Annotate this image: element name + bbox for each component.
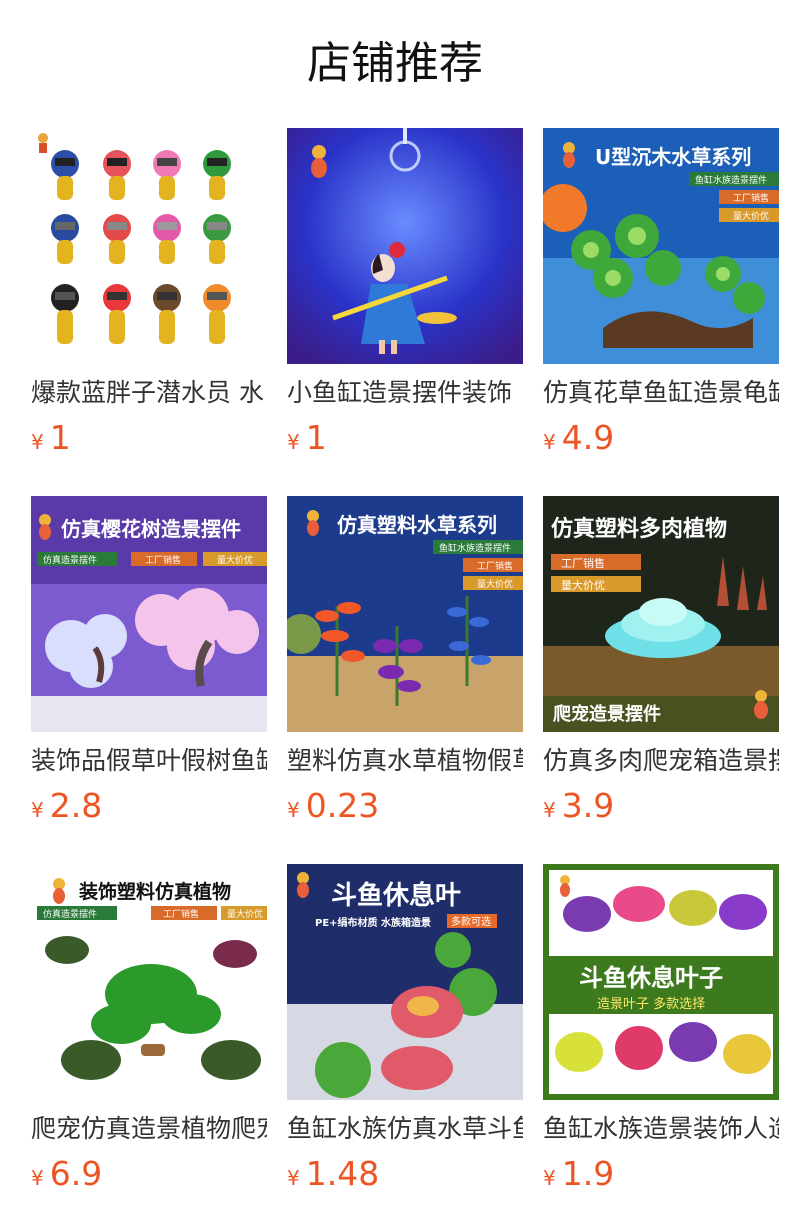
product-name[interactable]: 小鱼缸造景摆件装饰 <box>287 376 523 412</box>
price-value: 0.23 <box>305 786 380 825</box>
price-value: 6.9 <box>49 1154 103 1193</box>
product-name[interactable]: 鱼缸水族仿真水草斗鱼 <box>287 1112 523 1148</box>
currency-symbol: ¥ <box>287 1166 300 1190</box>
product-name[interactable]: 装饰品假草叶假树鱼缸 <box>31 744 267 780</box>
image-tag: 量大价优 <box>217 554 253 566</box>
image-tag: 仿真造景摆件 <box>43 908 97 920</box>
price-value: 1.48 <box>305 1154 380 1193</box>
price-value: 1.9 <box>561 1154 615 1193</box>
product-price: ¥3.9 <box>543 786 779 826</box>
price-value: 2.8 <box>49 786 103 825</box>
product-image-succulent[interactable]: 仿真塑料多肉植物 工厂销售 量大价优 爬宠造景摆件 <box>543 496 779 732</box>
product-price: ¥1.48 <box>287 1154 523 1194</box>
product-name[interactable]: 鱼缸水族造景装饰人造 <box>543 1112 779 1148</box>
currency-symbol: ¥ <box>31 1166 44 1190</box>
image-tag: 工厂销售 <box>145 554 181 566</box>
brand-logo-icon <box>311 145 327 178</box>
product-image-leaves[interactable]: 装饰塑料仿真植物 仿真造景摆件 工厂销售 量大价优 <box>31 864 267 1100</box>
image-tag: 工厂销售 <box>561 556 605 570</box>
brand-logo-icon <box>563 142 575 168</box>
product-price: ¥6.9 <box>31 1154 267 1194</box>
product-price: ¥4.9 <box>543 418 779 458</box>
image-tag: 造景叶子 多款选择 <box>597 996 705 1012</box>
image-headline: 仿真塑料多肉植物 <box>551 516 727 542</box>
product-name[interactable]: 仿真花草鱼缸造景龟缸 <box>543 376 779 412</box>
image-headline: 装饰塑料仿真植物 <box>78 880 231 903</box>
image-tag: 量大价优 <box>477 578 513 590</box>
currency-symbol: ¥ <box>543 798 556 822</box>
image-footer: 爬宠造景摆件 <box>553 703 661 725</box>
product-price: ¥1 <box>287 418 523 458</box>
image-tag: 工厂销售 <box>477 560 513 572</box>
currency-symbol: ¥ <box>31 430 44 454</box>
product-image-sakura[interactable]: 仿真樱花树造景摆件 仿真造景摆件 工厂销售 量大价优 <box>31 496 267 732</box>
image-tag: 量大价优 <box>561 578 605 592</box>
product-image-stump[interactable]: U型沉木水草系列 鱼缸水族造景摆件 工厂销售 量大价优 <box>543 128 779 364</box>
image-tag: 量大价优 <box>227 908 263 920</box>
image-tag: 多款可选 <box>451 915 491 928</box>
currency-symbol: ¥ <box>543 1166 556 1190</box>
image-tag: 量大价优 <box>733 210 769 222</box>
image-tag: 工厂销售 <box>733 192 769 204</box>
currency-symbol: ¥ <box>31 798 44 822</box>
image-tag: 鱼缸水族造景摆件 <box>439 542 511 554</box>
product-name[interactable]: 爆款蓝胖子潜水员 水 <box>31 376 267 412</box>
image-headline: 仿真樱花树造景摆件 <box>61 517 241 541</box>
brand-logo-icon <box>560 875 570 897</box>
image-headline: 斗鱼休息叶 <box>331 880 461 911</box>
image-headline: 斗鱼休息叶子 <box>579 964 723 992</box>
page-title: 店铺推荐 <box>307 38 483 89</box>
product-image-weeds[interactable]: 仿真塑料水草系列 鱼缸水族造景摆件 工厂销售 量大价优 <box>287 496 523 732</box>
product-image-bettaleaf[interactable]: 斗鱼休息叶子 造景叶子 多款选择 <box>543 864 779 1100</box>
image-headline: 仿真塑料水草系列 <box>337 513 497 537</box>
product-name[interactable]: 仿真多肉爬宠箱造景摆 <box>543 744 779 780</box>
price-value: 4.9 <box>561 418 615 457</box>
price-value: 1 <box>305 418 327 457</box>
price-value: 3.9 <box>561 786 615 825</box>
price-value: 1 <box>49 418 71 457</box>
brand-logo-icon <box>754 690 768 719</box>
currency-symbol: ¥ <box>287 798 300 822</box>
image-tag: 鱼缸水族造景摆件 <box>695 174 767 186</box>
product-price: ¥1 <box>31 418 267 458</box>
brand-logo-icon <box>53 878 65 904</box>
image-headline: U型沉木水草系列 <box>595 145 751 169</box>
image-tag: 仿真造景摆件 <box>43 554 97 566</box>
image-tag: 工厂销售 <box>163 908 199 920</box>
product-image-divers[interactable] <box>31 128 267 364</box>
brand-logo-icon <box>39 514 51 540</box>
product-image-witch[interactable] <box>287 128 523 364</box>
product-price: ¥0.23 <box>287 786 523 826</box>
product-name[interactable]: 爬宠仿真造景植物爬宠 <box>31 1112 267 1148</box>
brand-logo-icon <box>307 510 319 536</box>
product-price: ¥1.9 <box>543 1154 779 1194</box>
currency-symbol: ¥ <box>543 430 556 454</box>
product-price: ¥2.8 <box>31 786 267 826</box>
image-tag: PE+绢布材质 水族箱造景 <box>315 916 431 929</box>
brand-logo-icon <box>297 872 309 898</box>
product-name[interactable]: 塑料仿真水草植物假草 <box>287 744 523 780</box>
product-image-lilypad[interactable]: 斗鱼休息叶 PE+绢布材质 水族箱造景 多款可选 <box>287 864 523 1100</box>
brand-logo-icon <box>38 133 48 153</box>
currency-symbol: ¥ <box>287 430 300 454</box>
